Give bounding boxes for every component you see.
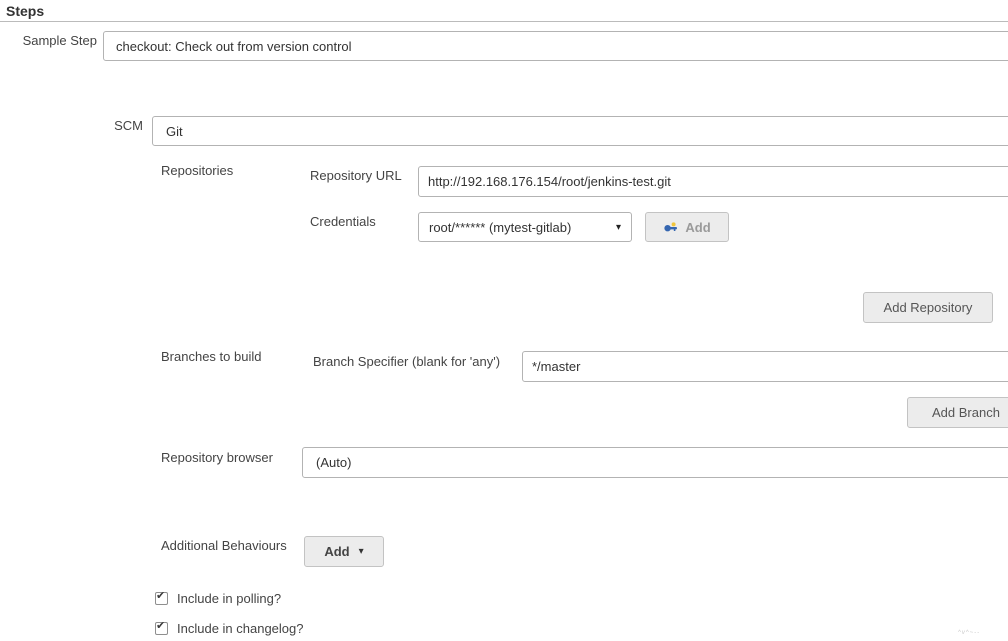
watermark: ^v^~-- xyxy=(958,630,980,636)
branches-section-label: Branches to build xyxy=(161,349,261,364)
include-in-changelog-checkbox[interactable]: ✔ xyxy=(155,622,168,635)
repository-url-value: http://192.168.176.154/root/jenkins-test… xyxy=(428,174,671,189)
sample-step-value: checkout: Check out from version control xyxy=(116,39,352,54)
add-repository-label: Add Repository xyxy=(884,300,973,315)
branch-specifier-label: Branch Specifier (blank for 'any') xyxy=(313,354,500,369)
include-in-changelog-label: Include in changelog? xyxy=(177,621,304,636)
section-divider xyxy=(0,21,1008,22)
caret-down-icon: ▾ xyxy=(359,546,364,557)
repository-browser-label: Repository browser xyxy=(161,450,273,465)
branch-specifier-value: */master xyxy=(532,359,580,374)
scm-label: SCM xyxy=(0,118,143,133)
branch-specifier-input[interactable]: */master xyxy=(522,351,1008,382)
add-repository-button[interactable]: Add Repository xyxy=(863,292,993,323)
include-in-polling-checkbox[interactable]: ✔ xyxy=(155,592,168,605)
repository-browser-value: (Auto) xyxy=(316,455,351,470)
add-branch-label: Add Branch xyxy=(932,405,1000,420)
repository-browser-select[interactable]: (Auto) xyxy=(302,447,1008,478)
additional-behaviours-add-button[interactable]: Add ▾ xyxy=(304,536,384,567)
add-branch-button[interactable]: Add Branch xyxy=(907,397,1008,428)
sample-step-label: Sample Step xyxy=(0,33,97,48)
dropdown-arrow-icon: ▾ xyxy=(616,222,621,233)
additional-behaviours-add-label: Add xyxy=(324,544,349,559)
section-title: Steps xyxy=(6,3,44,19)
sample-step-select[interactable]: checkout: Check out from version control xyxy=(103,31,1008,61)
steps-form: Steps Sample Step checkout: Check out fr… xyxy=(0,0,1008,641)
checkmark-icon: ✔ xyxy=(156,590,165,603)
checkmark-icon: ✔ xyxy=(156,620,165,633)
key-icon xyxy=(663,219,679,235)
repository-url-input[interactable]: http://192.168.176.154/root/jenkins-test… xyxy=(418,166,1008,197)
scm-select[interactable]: Git xyxy=(152,116,1008,146)
repositories-section-label: Repositories xyxy=(161,163,233,178)
add-credentials-button[interactable]: Add xyxy=(645,212,729,242)
credentials-label: Credentials xyxy=(310,214,376,229)
repository-url-label: Repository URL xyxy=(310,168,402,183)
include-in-polling-label: Include in polling? xyxy=(177,591,281,606)
add-credentials-label: Add xyxy=(685,220,710,235)
additional-behaviours-label: Additional Behaviours xyxy=(161,538,287,553)
scm-value: Git xyxy=(166,124,183,139)
credentials-select[interactable]: root/****** (mytest-gitlab) ▾ xyxy=(418,212,632,242)
credentials-value: root/****** (mytest-gitlab) xyxy=(429,220,571,235)
